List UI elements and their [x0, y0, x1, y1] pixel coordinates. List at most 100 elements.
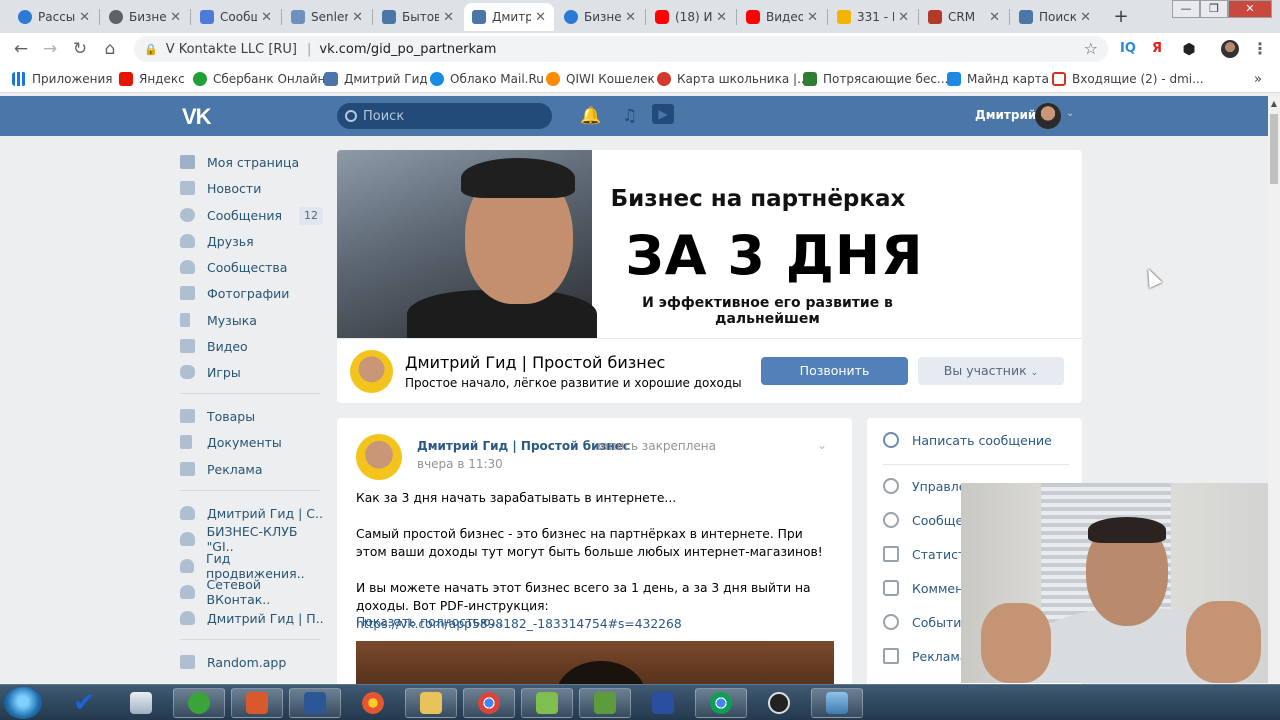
- sidebar-item-ads[interactable]: Реклама: [180, 458, 325, 480]
- taskbar-app[interactable]: [231, 688, 283, 718]
- sidebar-item-documents[interactable]: Документы: [180, 431, 325, 453]
- sidebar-item-communities[interactable]: Сообщества: [180, 256, 325, 278]
- chevron-down-icon[interactable]: ⌄: [1066, 108, 1074, 119]
- taskbar-app[interactable]: [521, 688, 573, 718]
- taskbar-explorer-app[interactable]: [405, 688, 457, 718]
- sidebar-item-friends[interactable]: Друзья: [180, 230, 325, 252]
- new-tab-button[interactable]: +: [1110, 6, 1132, 28]
- close-icon[interactable]: ✕: [625, 10, 636, 25]
- member-dropdown-button[interactable]: Вы участник ⌄: [918, 357, 1064, 385]
- sidebar-item-group[interactable]: Дмитрий Гид | П..: [180, 607, 325, 629]
- close-icon[interactable]: ✕: [1080, 10, 1091, 25]
- scroll-up-arrow-icon[interactable]: ▲: [1268, 98, 1280, 110]
- bookmark-qiwi[interactable]: QIWI Кошелек: [546, 70, 655, 88]
- sidebar-item-group[interactable]: Сетевой ВКонтак..: [180, 577, 325, 607]
- profile-avatar[interactable]: [1220, 38, 1240, 60]
- sidebar-item-group[interactable]: Дмитрий Гид | С..: [180, 502, 325, 524]
- sidebar-item-group[interactable]: БИЗНЕС-КЛУБ "GI..: [180, 524, 325, 554]
- close-icon[interactable]: ✕: [443, 10, 454, 25]
- taskbar-word-app[interactable]: [289, 688, 341, 718]
- maximize-button[interactable]: ❐: [1200, 0, 1228, 18]
- vk-search[interactable]: [337, 103, 552, 129]
- browser-tab[interactable]: Рассы ✕: [10, 3, 98, 31]
- taskbar-chrome-app[interactable]: [463, 688, 515, 718]
- close-icon[interactable]: ✕: [989, 10, 1000, 25]
- bookmark-dmitry-gid[interactable]: Дмитрий Гид: [324, 70, 428, 88]
- taskbar-app[interactable]: [579, 688, 631, 718]
- bookmark-cloud-mail[interactable]: Облако Mail.Ru: [430, 70, 544, 88]
- browser-tab[interactable]: Бытов ✕: [374, 3, 462, 31]
- taskbar-checkmark-app[interactable]: ✔: [58, 688, 110, 718]
- browser-tab[interactable]: Поиск ✕: [1011, 3, 1099, 31]
- close-icon[interactable]: ✕: [170, 10, 181, 25]
- sidebar-item-games[interactable]: Игры: [180, 361, 325, 383]
- bookmark-sberbank[interactable]: Сбербанк Онлайн: [193, 70, 325, 88]
- close-icon[interactable]: ✕: [535, 10, 546, 25]
- browser-tab[interactable]: (18) И ✕: [647, 3, 735, 31]
- taskbar-app[interactable]: [637, 688, 689, 718]
- sidebar-item-group[interactable]: Гид продвижения..: [180, 551, 325, 581]
- sidebar-item-video[interactable]: Видео: [180, 335, 325, 357]
- events-action[interactable]: События: [883, 612, 969, 632]
- taskbar-calculator-app[interactable]: [115, 688, 167, 718]
- vk-logo[interactable]: VK: [182, 104, 212, 130]
- ads-action[interactable]: Реклама: [883, 646, 968, 666]
- music-icon[interactable]: ♫: [622, 106, 637, 126]
- notifications-bell-icon[interactable]: 🔔: [580, 106, 601, 126]
- bookmark-school-card[interactable]: Карта школьника |...: [657, 70, 809, 88]
- sidebar-item-goods[interactable]: Товары: [180, 405, 325, 427]
- url-text[interactable]: vk.com/gid_po_partnerkam: [319, 42, 496, 57]
- address-bar[interactable]: 🔒 V Kontakte LLC [RU] | vk.com/gid_po_pa…: [134, 36, 1108, 62]
- community-messages-action[interactable]: Сообщен: [883, 510, 971, 530]
- close-icon[interactable]: ✕: [352, 10, 363, 25]
- forward-arrow-icon[interactable]: →: [39, 38, 61, 60]
- iq-extension-icon[interactable]: IQ: [1118, 38, 1138, 60]
- more-menu-icon[interactable]: ⋮: [1252, 38, 1268, 60]
- bookmark-gmail-inbox[interactable]: Входящие (2) - dmi...: [1052, 70, 1204, 88]
- sidebar-item-random-app[interactable]: Random.app: [180, 651, 325, 673]
- sidebar-item-my-page[interactable]: Моя страница: [180, 151, 325, 173]
- manage-action[interactable]: Управле: [883, 476, 966, 496]
- yandex-extension-icon[interactable]: Я: [1150, 38, 1164, 60]
- taskbar-app[interactable]: [173, 688, 225, 718]
- close-icon[interactable]: ✕: [716, 10, 727, 25]
- extension-icon[interactable]: ⬢: [1180, 38, 1198, 60]
- close-icon[interactable]: ✕: [898, 10, 909, 25]
- bookmark-amazing-free[interactable]: Потрясающие бес...: [803, 70, 948, 88]
- taskbar-obs-app[interactable]: [753, 688, 805, 718]
- close-icon[interactable]: ✕: [261, 10, 272, 25]
- write-message-action[interactable]: Написать сообщение: [883, 430, 1052, 450]
- sidebar-item-music[interactable]: Музыка: [180, 309, 325, 331]
- home-icon[interactable]: ⌂: [99, 38, 121, 60]
- bookmark-mind-map[interactable]: Майнд карта: [947, 70, 1049, 88]
- browser-tab[interactable]: Видео ✕: [738, 3, 826, 31]
- bookmarks-overflow-icon[interactable]: »: [1254, 70, 1262, 88]
- minimize-button[interactable]: —: [1172, 0, 1200, 18]
- close-icon[interactable]: ✕: [807, 10, 818, 25]
- comments-action[interactable]: Коммент: [883, 578, 971, 598]
- sidebar-item-news[interactable]: Новости: [180, 177, 325, 199]
- browser-tab[interactable]: Senler ✕: [283, 3, 371, 31]
- start-button[interactable]: [4, 687, 42, 719]
- sidebar-item-photos[interactable]: Фотографии: [180, 282, 325, 304]
- reload-icon[interactable]: ↻: [69, 38, 91, 60]
- close-icon[interactable]: ✕: [79, 10, 90, 25]
- back-arrow-icon[interactable]: ←: [10, 38, 32, 60]
- browser-tab[interactable]: Бизне ✕: [101, 3, 189, 31]
- post-date[interactable]: вчера в 11:30: [417, 457, 503, 471]
- bookmark-yandex[interactable]: Яндекс: [119, 70, 185, 88]
- browser-tab[interactable]: CRM ✕: [920, 3, 1008, 31]
- call-button[interactable]: Позвонить: [761, 357, 908, 385]
- avatar[interactable]: [1035, 103, 1061, 129]
- scrollbar-thumb[interactable]: [1270, 114, 1278, 184]
- search-input[interactable]: [363, 108, 543, 124]
- browser-tab[interactable]: Бизне ✕: [556, 3, 644, 31]
- browser-tab[interactable]: Сообщ ✕: [192, 3, 280, 31]
- page-scrollbar[interactable]: ▲: [1268, 96, 1280, 684]
- bookmark-star-icon[interactable]: ☆: [1084, 39, 1098, 58]
- taskbar-firefox-app[interactable]: [347, 688, 399, 718]
- user-name[interactable]: Дмитрий: [975, 108, 1036, 122]
- browser-tab-active[interactable]: Дмитр ✕: [464, 3, 554, 31]
- taskbar-app[interactable]: [811, 688, 863, 718]
- window-close-button[interactable]: ✕: [1228, 0, 1272, 18]
